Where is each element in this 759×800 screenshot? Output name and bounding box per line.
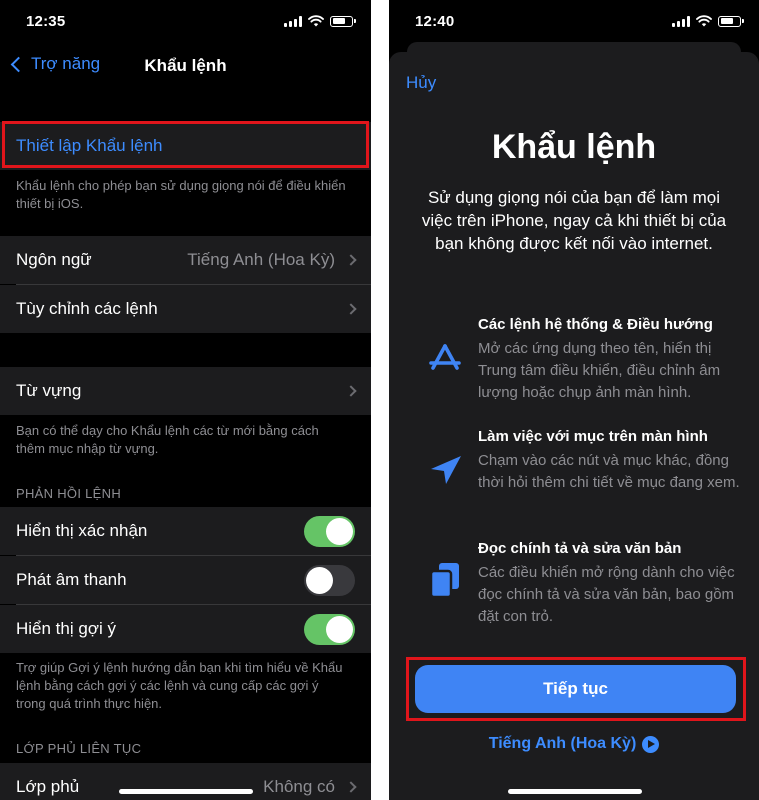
feature-title: Làm việc với mục trên màn hình: [478, 428, 708, 445]
play-circle-icon: [642, 735, 660, 753]
language-link[interactable]: Tiếng Anh (Hoa Kỳ): [389, 735, 759, 753]
customize-label: Tùy chỉnh các lệnh: [16, 299, 158, 318]
status-bar: 12:35: [0, 0, 371, 44]
status-icons: [672, 15, 744, 27]
cellular-signal-icon: [672, 15, 690, 27]
feature-description: Chạm vào các nút và mục khác, đồng thời …: [478, 452, 740, 491]
feature-description: Mở các ứng dụng theo tên, hiển thị Trung…: [478, 340, 721, 401]
vocabulary-footnote: Bạn có thể dạy cho Khẩu lệnh các từ mới …: [16, 423, 319, 456]
wifi-icon: [696, 15, 712, 27]
status-icons: [284, 15, 356, 27]
documents-icon: [429, 563, 459, 599]
toggle-row: Phát âm thanh: [0, 556, 371, 604]
right-phone-screen: 12:40 Hủy Khẩu lệnh Sử dụng giọng nói củ…: [389, 0, 759, 800]
chevron-right-icon: [345, 781, 357, 793]
toggle-label: Hiển thị xác nhận: [16, 521, 148, 540]
hints-footnote: Trợ giúp Gợi ý lệnh hướng dẫn bạn khi tì…: [16, 660, 343, 711]
status-time: 12:40: [415, 13, 455, 30]
status-time: 12:35: [26, 13, 66, 30]
vocabulary-label: Từ vựng: [16, 381, 82, 400]
overlay-label: Lớp phủ: [16, 777, 80, 796]
overlay-section-header: LỚP PHỦ LIÊN TỤC: [16, 741, 142, 756]
status-bar: 12:40: [389, 0, 759, 44]
cellular-signal-icon: [284, 15, 302, 27]
home-indicator[interactable]: [119, 789, 253, 794]
overlay-value: Không có: [263, 777, 335, 796]
customize-commands-row[interactable]: Tùy chỉnh các lệnh: [0, 285, 371, 333]
sheet-title: Khẩu lệnh: [491, 128, 657, 166]
play-sound-toggle[interactable]: [304, 564, 355, 596]
page-title: Khẩu lệnh: [144, 56, 227, 75]
intro-text: Sử dụng giọng nói của bạn để làm mọi việ…: [421, 188, 727, 253]
language-row[interactable]: Ngôn ngữ Tiếng Anh (Hoa Kỳ): [0, 236, 371, 284]
toggle-row: Hiển thị gợi ý: [0, 605, 371, 653]
battery-icon: [718, 15, 744, 27]
wifi-icon: [308, 15, 324, 27]
vocabulary-row[interactable]: Từ vựng: [0, 367, 371, 415]
setup-footnote: Khẩu lệnh cho phép bạn sử dụng giọng nói…: [16, 178, 346, 211]
show-confirmation-toggle[interactable]: [304, 515, 355, 547]
chevron-right-icon: [345, 303, 357, 315]
location-arrow-icon: [431, 456, 461, 484]
toggle-label: Phát âm thanh: [16, 570, 127, 589]
overlay-row[interactable]: Lớp phủ Không có: [0, 763, 371, 800]
highlight-box: [406, 657, 746, 721]
language-label: Ngôn ngữ: [16, 250, 92, 269]
show-hints-toggle[interactable]: [304, 613, 355, 645]
language-link-label: Tiếng Anh (Hoa Kỳ): [488, 735, 637, 752]
navigation-bar: Trợ năng Khẩu lệnh: [0, 44, 371, 88]
cancel-button[interactable]: Hủy: [406, 73, 436, 93]
toggle-label: Hiển thị gợi ý: [16, 619, 116, 638]
app-store-icon: [429, 344, 461, 370]
left-phone-screen: 12:35 Trợ năng Khẩu lệnh Thiết lập Khẩu …: [0, 0, 371, 800]
home-indicator[interactable]: [508, 789, 642, 794]
language-value: Tiếng Anh (Hoa Kỳ): [187, 250, 335, 269]
battery-icon: [330, 15, 356, 27]
feature-title: Các lệnh hệ thống & Điều hướng: [478, 316, 713, 333]
toggle-row: Hiển thị xác nhận: [0, 507, 371, 555]
chevron-right-icon: [345, 254, 357, 266]
feedback-section-header: PHẢN HỒI LỆNH: [16, 486, 122, 501]
feature-description: Các điều khiển mở rộng dành cho việc đọc…: [478, 564, 735, 625]
feature-title: Đọc chính tả và sửa văn bản: [478, 540, 682, 557]
highlight-box: [2, 121, 369, 168]
chevron-right-icon: [345, 385, 357, 397]
